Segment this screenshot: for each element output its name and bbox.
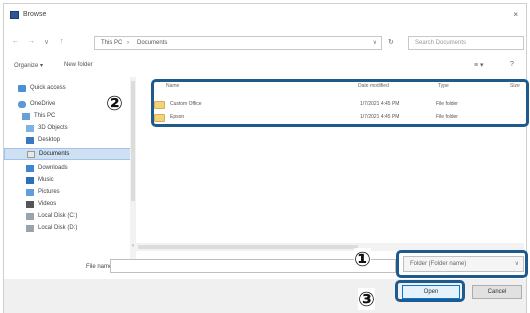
breadcrumb-documents[interactable]: Documents [137, 40, 167, 46]
sidebar-item-documents[interactable]: Documents [4, 148, 136, 160]
sidebar-item-label: Videos [38, 201, 57, 207]
refresh-icon[interactable]: ↻ [388, 38, 394, 46]
sidebar-scrollbar-thumb[interactable] [131, 81, 135, 201]
sidebar-item-label: Pictures [38, 189, 60, 195]
drive-icon [26, 225, 34, 232]
organize-button[interactable]: Organize ▾ [14, 62, 43, 69]
sidebar-item-label: Downloads [38, 165, 68, 171]
pictures-icon [26, 189, 34, 196]
cube-icon [26, 125, 34, 132]
callout-box-file-type [396, 250, 528, 278]
sidebar-item-label: Documents [39, 151, 70, 157]
callout-box-file-list [151, 79, 529, 127]
title-bar: Browse × [4, 4, 526, 26]
chevron-down-icon[interactable]: ∨ [373, 39, 377, 46]
search-placeholder: Search Documents [415, 40, 467, 46]
address-field[interactable]: This PC › Documents ∨ [94, 36, 382, 50]
video-icon [26, 201, 34, 208]
sidebar-item-label: Desktop [38, 137, 61, 143]
sidebar-item-label: 3D Objects [38, 125, 68, 131]
document-icon [27, 151, 35, 158]
callout-number-one: ① [354, 247, 371, 271]
breadcrumb-this-pc[interactable]: This PC [101, 40, 122, 46]
toolbar: Organize ▾ New folder ≡ ▾ ? [4, 59, 526, 73]
callout-box-open-button [395, 280, 465, 302]
callout-number-three: ③ [358, 287, 375, 311]
new-folder-button[interactable]: New folder [64, 62, 93, 68]
sidebar-item-label: Music [38, 177, 54, 183]
computer-icon [22, 113, 30, 120]
scroll-left-icon[interactable]: ‹ [132, 243, 134, 249]
sidebar-item-pictures[interactable]: Pictures [4, 187, 136, 199]
up-arrow-icon[interactable]: ↑ [60, 38, 64, 45]
sidebar-item-label: OneDrive [30, 101, 56, 107]
cloud-icon [18, 101, 26, 108]
drive-icon [26, 213, 34, 220]
back-arrow-icon[interactable]: ← [12, 38, 19, 45]
music-icon [26, 177, 34, 184]
sidebar-item-local-disk-c[interactable]: Local Disk (C:) [4, 211, 136, 223]
browse-dialog: Browse × ← → ∨ ↑ This PC › Documents ∨ ↻… [3, 3, 527, 279]
recent-dropdown-icon[interactable]: ∨ [44, 38, 49, 46]
view-options-icon[interactable]: ≡ ▾ [474, 61, 484, 69]
star-icon [18, 85, 26, 92]
forward-arrow-icon[interactable]: → [28, 38, 35, 45]
sidebar-item-label: Local Disk (C:) [38, 213, 78, 219]
sidebar-item-music[interactable]: Music [4, 175, 136, 187]
download-icon [26, 165, 34, 172]
breadcrumb-separator-icon: › [127, 40, 129, 46]
address-bar-row: ← → ∨ ↑ This PC › Documents ∨ ↻ Search D… [4, 34, 526, 52]
cancel-button[interactable]: Cancel [472, 285, 522, 299]
close-icon[interactable]: × [513, 10, 518, 19]
sidebar-item-label: Local Disk (D:) [38, 225, 78, 231]
app-icon [10, 11, 19, 19]
search-input[interactable]: Search Documents [408, 36, 524, 50]
dialog-title: Browse [23, 11, 47, 18]
desktop-icon [26, 137, 34, 144]
help-icon[interactable]: ? [510, 61, 514, 68]
sidebar-item-3d-objects[interactable]: 3D Objects [4, 123, 136, 135]
sidebar-item-downloads[interactable]: Downloads [4, 163, 136, 175]
callout-number-two: ② [106, 91, 123, 115]
sidebar-item-desktop[interactable]: Desktop [4, 135, 136, 147]
sidebar-item-label: Quick access [30, 85, 66, 91]
sidebar-item-videos[interactable]: Videos [4, 199, 136, 211]
sidebar-item-local-disk-d[interactable]: Local Disk (D:) [4, 223, 136, 235]
sidebar-item-label: This PC [34, 113, 56, 119]
horizontal-scrollbar-thumb[interactable] [138, 245, 358, 249]
